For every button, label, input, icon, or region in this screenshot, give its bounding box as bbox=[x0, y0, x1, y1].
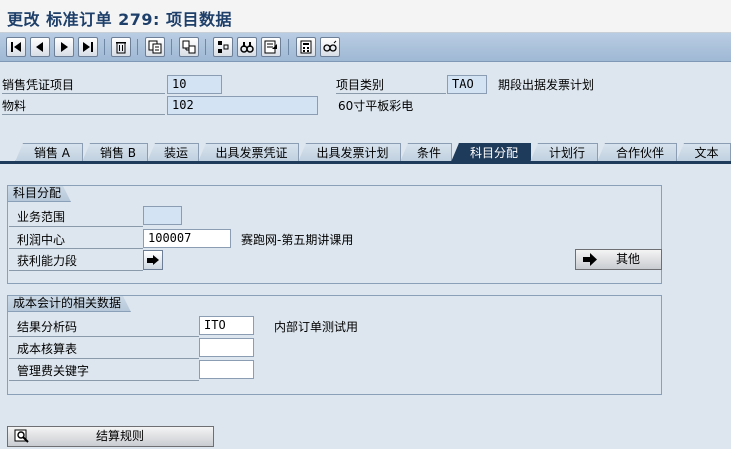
tab-billing-document[interactable]: 出具发票凭证 bbox=[198, 143, 299, 162]
glasses-button[interactable] bbox=[320, 37, 340, 57]
costing-sheet-label: 成本核算表 bbox=[17, 342, 78, 356]
delete-icon bbox=[116, 42, 126, 54]
profit-center-field[interactable]: 100007 bbox=[143, 229, 231, 248]
document-flow-button[interactable] bbox=[179, 37, 199, 57]
tab-conditions[interactable]: 条件 bbox=[400, 143, 452, 162]
toolbar-separator bbox=[104, 39, 105, 55]
tab-account-assignment[interactable]: 科目分配 bbox=[451, 143, 531, 162]
item-label: 销售凭证项目 bbox=[2, 78, 75, 92]
glasses-icon bbox=[323, 40, 337, 52]
config-icon bbox=[218, 41, 229, 53]
business-area-field[interactable] bbox=[143, 206, 182, 225]
toolbar-separator bbox=[171, 39, 172, 55]
tab-sales-b[interactable]: 销售 B bbox=[82, 143, 148, 162]
other-button[interactable]: 其他 bbox=[575, 249, 662, 270]
label-underline bbox=[2, 93, 165, 94]
label-underline bbox=[9, 270, 143, 271]
material-label: 物料 bbox=[2, 99, 27, 113]
settlement-rule-label: 结算规则 bbox=[96, 429, 145, 443]
material-field[interactable]: 102 bbox=[167, 96, 318, 115]
toolbar-separator bbox=[288, 39, 289, 55]
document-flow-icon bbox=[182, 40, 196, 54]
label-underline bbox=[9, 226, 143, 227]
copy-item-icon bbox=[148, 40, 162, 54]
first-icon bbox=[11, 42, 21, 52]
tab-billing-plan[interactable]: 出具发票计划 bbox=[298, 143, 401, 162]
business-area-label: 业务范围 bbox=[17, 210, 66, 224]
find-button[interactable] bbox=[237, 37, 257, 57]
details-button[interactable] bbox=[261, 37, 281, 57]
application-toolbar bbox=[0, 33, 731, 62]
toolbar-separator bbox=[205, 39, 206, 55]
profit-center-label: 利润中心 bbox=[17, 233, 66, 247]
arrow-right-icon bbox=[147, 255, 159, 265]
page-title: 更改 标准订单 279: 项目数据 bbox=[7, 10, 233, 29]
profitability-segment-label: 获利能力段 bbox=[17, 254, 78, 268]
tab-texts[interactable]: 文本 bbox=[676, 143, 731, 162]
config-button[interactable] bbox=[213, 37, 233, 57]
result-analysis-label: 结果分析码 bbox=[17, 320, 78, 334]
tab-underline bbox=[0, 161, 731, 164]
result-analysis-description: 内部订单测试用 bbox=[274, 320, 359, 334]
calculator-button[interactable] bbox=[296, 37, 316, 57]
previous-icon bbox=[36, 42, 43, 52]
tab-sales-a[interactable]: 销售 A bbox=[15, 143, 83, 162]
item-category-label: 项目类别 bbox=[336, 78, 385, 92]
account-assignment-title: 科目分配 bbox=[8, 186, 71, 202]
magnifier-icon bbox=[14, 429, 29, 443]
calculator-icon bbox=[300, 40, 312, 54]
delete-button[interactable] bbox=[111, 37, 131, 57]
label-underline bbox=[9, 380, 199, 381]
profitability-segment-button[interactable] bbox=[143, 250, 163, 270]
profit-center-description: 赛跑网-第五期讲课用 bbox=[241, 233, 354, 247]
tab-schedule-lines[interactable]: 计划行 bbox=[530, 143, 598, 162]
details-icon bbox=[264, 40, 277, 54]
overhead-key-field[interactable] bbox=[199, 360, 254, 379]
first-button[interactable] bbox=[6, 37, 26, 57]
next-button[interactable] bbox=[54, 37, 74, 57]
label-underline bbox=[9, 336, 199, 337]
label-underline bbox=[2, 114, 165, 115]
tab-partners[interactable]: 合作伙伴 bbox=[597, 143, 677, 162]
last-icon bbox=[83, 42, 93, 52]
label-underline bbox=[9, 358, 199, 359]
previous-button[interactable] bbox=[30, 37, 50, 57]
item-category-field[interactable]: TAO bbox=[447, 75, 487, 94]
find-icon bbox=[240, 42, 254, 53]
label-underline bbox=[336, 93, 446, 94]
tab-strip: 销售 A 销售 B 装运 出具发票凭证 出具发票计划 条件 科目分配 计划行 合… bbox=[0, 143, 731, 162]
settlement-rule-button[interactable]: 结算规则 bbox=[7, 426, 214, 447]
material-description: 60寸平板彩电 bbox=[338, 99, 414, 113]
overhead-key-label: 管理费关键字 bbox=[17, 364, 90, 378]
last-button[interactable] bbox=[78, 37, 98, 57]
next-icon bbox=[61, 42, 68, 52]
toolbar-separator bbox=[137, 39, 138, 55]
costing-sheet-field[interactable] bbox=[199, 338, 254, 357]
result-analysis-field[interactable]: ITO bbox=[199, 316, 254, 335]
item-field[interactable]: 10 bbox=[167, 75, 222, 94]
arrow-right-icon bbox=[583, 253, 597, 266]
tab-shipping[interactable]: 装运 bbox=[147, 143, 199, 162]
label-underline bbox=[9, 248, 143, 249]
copy-item-button[interactable] bbox=[145, 37, 165, 57]
item-category-description: 期段出据发票计划 bbox=[498, 78, 595, 92]
title-bar: 更改 标准订单 279: 项目数据 bbox=[0, 0, 731, 33]
other-button-label: 其他 bbox=[616, 252, 641, 266]
cost-accounting-title: 成本会计的相关数据 bbox=[8, 296, 131, 312]
